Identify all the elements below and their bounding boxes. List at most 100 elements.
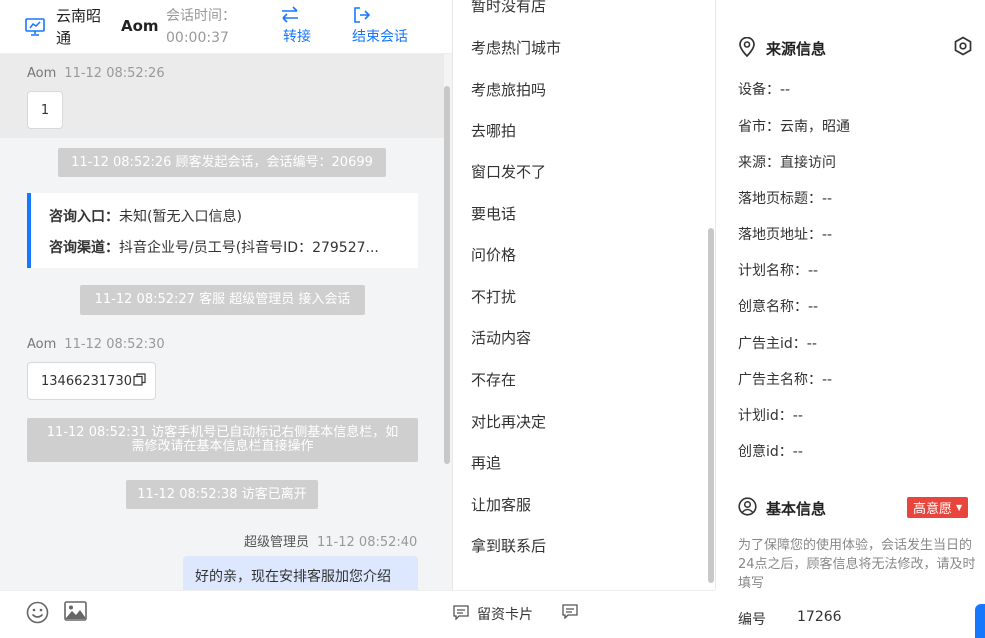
info-value: 直接访问 xyxy=(780,155,836,171)
session-time-value: 00:00:37 xyxy=(166,30,229,46)
quick-phrase-panel: 暂时没有店 考虑热门城市 考虑旅拍吗 去哪拍 窗口发不了 要电话 问价格 不打扰… xyxy=(452,0,716,590)
info-label: 创意名称： xyxy=(738,299,808,315)
info-label: 设备： xyxy=(738,82,780,98)
info-plan-name: 计划名称：-- xyxy=(738,260,818,280)
info-label: 来源： xyxy=(738,155,780,171)
message-time: 11-12 08:52:40 xyxy=(317,535,418,550)
info-advertiser-name: 广告主名称：-- xyxy=(738,369,832,389)
system-message: 11-12 08:52:26 顾客发起会话，会话编号：20699 xyxy=(58,148,386,177)
phrase-item[interactable]: 拿到联系后 xyxy=(471,535,546,556)
image-icon[interactable] xyxy=(64,601,87,625)
collapse-phrases-button[interactable] xyxy=(562,604,588,623)
message-time: 11-12 08:52:30 xyxy=(64,337,165,352)
message-time: 11-12 08:52:26 xyxy=(64,66,165,81)
chat-history[interactable]: Aom 11-12 08:52:26 1 11-12 08:52:26 顾客发起会… xyxy=(0,54,452,590)
message-meta: Aom 11-12 08:52:26 xyxy=(27,66,165,81)
phrase-item[interactable]: 要电话 xyxy=(471,203,516,224)
info-value: -- xyxy=(780,82,791,98)
phrase-item[interactable]: 对比再决定 xyxy=(471,411,546,432)
message-sender: 超级管理员 xyxy=(244,535,310,550)
visitor-info-panel: 来源信息 设备：-- 省市：云南，昭通 来源：直接访问 落地页标题：-- 落地页… xyxy=(716,0,985,638)
info-value: -- xyxy=(808,299,819,315)
phrase-item[interactable]: 问价格 xyxy=(471,244,516,265)
info-value: -- xyxy=(822,227,833,243)
visitor-name: Aom xyxy=(121,17,159,35)
transfer-label: 转接 xyxy=(283,29,311,45)
info-creative-id: 创意id：-- xyxy=(738,441,803,461)
consult-entry: 咨询入口：未知(暂无入口信息) xyxy=(49,206,415,226)
message-icon xyxy=(562,604,578,623)
info-label: 计划名称： xyxy=(738,263,808,279)
copy-icon[interactable] xyxy=(133,372,146,390)
input-toolbar: 留资卡片 xyxy=(0,590,715,638)
emoji-icon[interactable] xyxy=(26,601,49,628)
info-value: 云南，昭通 xyxy=(780,119,850,135)
info-landing-title: 落地页标题：-- xyxy=(738,188,832,208)
info-label: 创意id： xyxy=(738,444,793,460)
info-source: 来源：直接访问 xyxy=(738,152,836,172)
phrase-item[interactable]: 不存在 xyxy=(471,369,516,390)
phrase-item[interactable]: 再追 xyxy=(471,452,501,473)
info-value: -- xyxy=(792,408,803,424)
basic-info-title: 基本信息 xyxy=(766,500,827,518)
info-label: 省市： xyxy=(738,119,780,135)
caret-down-icon: ▼ xyxy=(956,503,963,512)
chat-scrollbar[interactable] xyxy=(444,86,450,464)
settings-icon[interactable] xyxy=(953,36,973,60)
info-value: -- xyxy=(822,191,833,207)
chat-panel: 云南昭通 Aom 会话时间： 00:00:37 转接 结束会话 Aom 11-12… xyxy=(0,0,452,638)
info-value: -- xyxy=(792,444,803,460)
transfer-button[interactable]: 转接 xyxy=(280,6,314,46)
phrase-item[interactable]: 考虑旅拍吗 xyxy=(471,79,546,100)
phrase-scrollbar[interactable] xyxy=(708,228,714,583)
message-meta: 超级管理员 11-12 08:52:40 xyxy=(244,531,417,550)
visitor-location: 云南昭通 xyxy=(56,7,102,47)
system-message: 11-12 08:52:38 访客已离开 xyxy=(126,480,318,509)
consult-channel: 咨询渠道：抖音企业号/员工号(抖音号ID：279527... xyxy=(49,237,415,257)
info-value: -- xyxy=(822,372,833,388)
transfer-icon xyxy=(280,6,314,24)
info-value: -- xyxy=(808,263,819,279)
agent-message-bubble: 好的亲，现在安排客服加您介绍 xyxy=(183,556,418,590)
info-label: 广告主id： xyxy=(738,336,807,352)
consult-channel-value: 抖音企业号/员工号(抖音号ID：279527... xyxy=(119,240,379,256)
message-bubble: 1 xyxy=(27,91,63,129)
card-icon xyxy=(453,604,469,624)
info-creative-name: 创意名称：-- xyxy=(738,296,818,316)
info-province: 省市：云南，昭通 xyxy=(738,116,850,136)
message-meta: Aom 11-12 08:52:30 xyxy=(27,337,165,352)
info-advertiser-id: 广告主id：-- xyxy=(738,333,817,353)
customer-id-value: 17266 xyxy=(797,609,842,625)
source-info-title: 来源信息 xyxy=(766,40,827,58)
system-message: 11-12 08:52:31 访客手机号已自动标记右侧基本信息栏，如需修改请在基… xyxy=(27,418,418,462)
phrase-item[interactable]: 窗口发不了 xyxy=(471,161,546,182)
consult-entry-value: 未知(暂无入口信息) xyxy=(119,209,242,225)
monitor-icon xyxy=(24,16,46,38)
phrase-item[interactable]: 让加客服 xyxy=(471,494,531,515)
message-sender: Aom xyxy=(27,66,57,81)
intent-select[interactable]: 高意愿 ▼ xyxy=(907,497,969,518)
message-sender: Aom xyxy=(27,337,57,352)
phrase-item[interactable]: 考虑热门城市 xyxy=(471,37,561,58)
session-time-label: 会话时间： xyxy=(166,8,236,24)
phrase-item[interactable]: 不打扰 xyxy=(471,286,516,307)
floating-side-tab[interactable] xyxy=(975,604,985,638)
intent-value: 高意愿 xyxy=(913,502,953,517)
phrase-item[interactable]: 活动内容 xyxy=(471,327,531,348)
location-pin-icon xyxy=(738,36,756,61)
info-plan-id: 计划id：-- xyxy=(738,405,803,425)
system-message: 11-12 08:52:27 客服 超级管理员 接入会话 xyxy=(80,285,365,315)
phrase-item[interactable]: 暂时没有店 xyxy=(471,0,546,16)
phone-number: 13466231730 xyxy=(41,373,132,389)
end-session-button[interactable]: 结束会话 xyxy=(352,6,416,46)
exit-icon xyxy=(352,6,416,24)
consult-entry-label: 咨询入口： xyxy=(49,209,119,225)
info-device: 设备：-- xyxy=(738,79,790,99)
basic-info-note: 为了保障您的使用体验，会话发生当日的24点之后，顾客信息将无法修改，请及时填写 xyxy=(738,538,976,591)
info-value: -- xyxy=(806,336,817,352)
end-session-label: 结束会话 xyxy=(352,29,408,45)
user-icon xyxy=(738,497,757,520)
leave-card-button[interactable]: 留资卡片 xyxy=(453,604,533,624)
session-time: 会话时间： 00:00:37 xyxy=(166,5,236,49)
phrase-item[interactable]: 去哪拍 xyxy=(471,120,516,141)
